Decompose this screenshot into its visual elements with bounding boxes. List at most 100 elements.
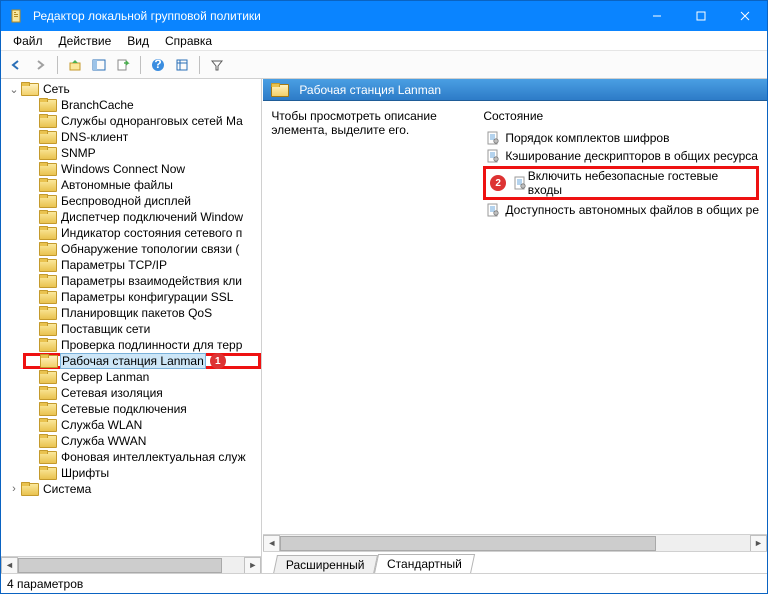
window-buttons: [635, 1, 767, 31]
tab-extended[interactable]: Расширенный: [273, 555, 378, 573]
tree-node[interactable]: BranchCache: [25, 97, 261, 113]
scroll-right-icon[interactable]: ►: [244, 557, 261, 574]
tree-node-label: Служба WWAN: [59, 434, 148, 448]
scroll-left-icon[interactable]: ◄: [263, 535, 280, 552]
tree-node[interactable]: Диспетчер подключений Window: [25, 209, 261, 225]
tree-node[interactable]: Службы одноранговых сетей Ма: [25, 113, 261, 129]
tree-node[interactable]: Служба WLAN: [25, 417, 261, 433]
tab-standard[interactable]: Стандартный: [374, 554, 475, 573]
menu-view[interactable]: Вид: [119, 32, 157, 50]
folder-open-icon: [271, 83, 287, 97]
expand-icon[interactable]: ›: [7, 483, 21, 495]
tree-node-label: Проверка подлинности для терр: [59, 338, 244, 352]
policy-label: Включить небезопасные гостевые входы: [528, 169, 752, 197]
folder-icon: [39, 226, 55, 240]
tree-node-label: Службы одноранговых сетей Ма: [59, 114, 245, 128]
up-button[interactable]: [64, 54, 86, 76]
policy-list: Состояние Порядок комплектов шифров Кэши…: [483, 109, 759, 534]
tree-node[interactable]: Поставщик сети: [25, 321, 261, 337]
tree-node[interactable]: Беспроводной дисплей: [25, 193, 261, 209]
tree-node-label: Индикатор состояния сетевого п: [59, 226, 244, 240]
annotation-badge-2: 2: [490, 175, 506, 191]
tree-node-label: BranchCache: [59, 98, 136, 112]
column-state[interactable]: Состояние: [483, 109, 759, 129]
tree-node[interactable]: Планировщик пакетов QoS: [25, 305, 261, 321]
collapse-icon[interactable]: ⌄: [7, 83, 21, 96]
details-hscrollbar[interactable]: ◄ ►: [263, 534, 767, 551]
tree-node[interactable]: Сетевые подключения: [25, 401, 261, 417]
tree-node-label: Фоновая интеллектуальная служ: [59, 450, 248, 464]
scroll-left-icon[interactable]: ◄: [1, 557, 18, 574]
policy-row[interactable]: 2 Включить небезопасные гостевые входы: [483, 166, 759, 200]
tree-node-label: Служба WLAN: [59, 418, 144, 432]
tree-node[interactable]: Windows Connect Now: [25, 161, 261, 177]
filter-button[interactable]: [206, 54, 228, 76]
tree-node[interactable]: Обнаружение топологии связи (: [25, 241, 261, 257]
tree-node-root[interactable]: ⌄ Сеть: [7, 81, 261, 97]
folder-icon: [39, 162, 55, 176]
forward-button[interactable]: [29, 54, 51, 76]
show-hide-tree-button[interactable]: [88, 54, 110, 76]
policy-row[interactable]: Кэширование дескрипторов в общих ресурса: [483, 147, 759, 165]
policy-row[interactable]: Доступность автономных файлов в общих ре: [483, 201, 759, 219]
tree-node[interactable]: Проверка подлинности для терр: [25, 337, 261, 353]
tree-node[interactable]: Служба WWAN: [25, 433, 261, 449]
tree-node[interactable]: Автономные файлы: [25, 177, 261, 193]
policy-label: Кэширование дескрипторов в общих ресурса: [505, 149, 758, 163]
menu-help[interactable]: Справка: [157, 32, 220, 50]
tree-node[interactable]: Фоновая интеллектуальная служ: [25, 449, 261, 465]
maximize-button[interactable]: [679, 1, 723, 31]
policy-icon: [485, 202, 501, 218]
menu-file[interactable]: Файл: [5, 32, 51, 50]
tree-node[interactable]: Индикатор состояния сетевого п: [25, 225, 261, 241]
tree-node[interactable]: Рабочая станция Lanman 1: [23, 353, 261, 369]
tree-node[interactable]: DNS-клиент: [25, 129, 261, 145]
close-button[interactable]: [723, 1, 767, 31]
tree-hscrollbar[interactable]: ◄ ►: [1, 556, 261, 573]
folder-icon: [39, 194, 55, 208]
tree-pane: ⌄ Сеть BranchCache Службы одноранговых с…: [1, 79, 262, 573]
scroll-right-icon[interactable]: ►: [750, 535, 767, 552]
folder-icon: [39, 130, 55, 144]
details-header: Рабочая станция Lanman: [263, 79, 767, 101]
tree-node[interactable]: › Система: [7, 481, 261, 497]
folder-icon: [40, 354, 56, 368]
tree-node[interactable]: Шрифты: [25, 465, 261, 481]
tree-node-label: Обнаружение топологии связи (: [59, 242, 241, 256]
tree-node[interactable]: Параметры взаимодействия кли: [25, 273, 261, 289]
export-button[interactable]: [112, 54, 134, 76]
folder-icon: [39, 466, 55, 480]
menu-action[interactable]: Действие: [51, 32, 120, 50]
tree-node[interactable]: Сервер Lanman: [25, 369, 261, 385]
window-title: Редактор локальной групповой политики: [33, 9, 635, 23]
policy-icon: [485, 148, 501, 164]
details-title: Рабочая станция Lanman: [299, 83, 441, 97]
tree-node[interactable]: Параметры TCP/IP: [25, 257, 261, 273]
tree-view[interactable]: ⌄ Сеть BranchCache Службы одноранговых с…: [1, 79, 261, 556]
properties-button[interactable]: [171, 54, 193, 76]
tree-node-label: Параметры конфигурации SSL: [59, 290, 235, 304]
tree-node[interactable]: SNMP: [25, 145, 261, 161]
tree-node-label: Сеть: [41, 82, 72, 96]
folder-icon: [39, 274, 55, 288]
folder-icon: [39, 386, 55, 400]
folder-icon: [21, 482, 37, 496]
folder-icon: [39, 370, 55, 384]
folder-icon: [39, 418, 55, 432]
tree-node[interactable]: Сетевая изоляция: [25, 385, 261, 401]
body: ⌄ Сеть BranchCache Службы одноранговых с…: [1, 79, 767, 573]
folder-icon: [39, 290, 55, 304]
tree-node-label: Сетевые подключения: [59, 402, 189, 416]
minimize-button[interactable]: [635, 1, 679, 31]
tree-node[interactable]: Параметры конфигурации SSL: [25, 289, 261, 305]
app-icon: [9, 8, 25, 24]
folder-icon: [39, 306, 55, 320]
svg-text:?: ?: [154, 58, 161, 71]
folder-icon: [39, 258, 55, 272]
back-button[interactable]: [5, 54, 27, 76]
help-button[interactable]: ?: [147, 54, 169, 76]
folder-icon: [39, 402, 55, 416]
policy-row[interactable]: Порядок комплектов шифров: [483, 129, 759, 147]
tree-node-label: Система: [41, 482, 93, 496]
tree-node-label: Поставщик сети: [59, 322, 152, 336]
